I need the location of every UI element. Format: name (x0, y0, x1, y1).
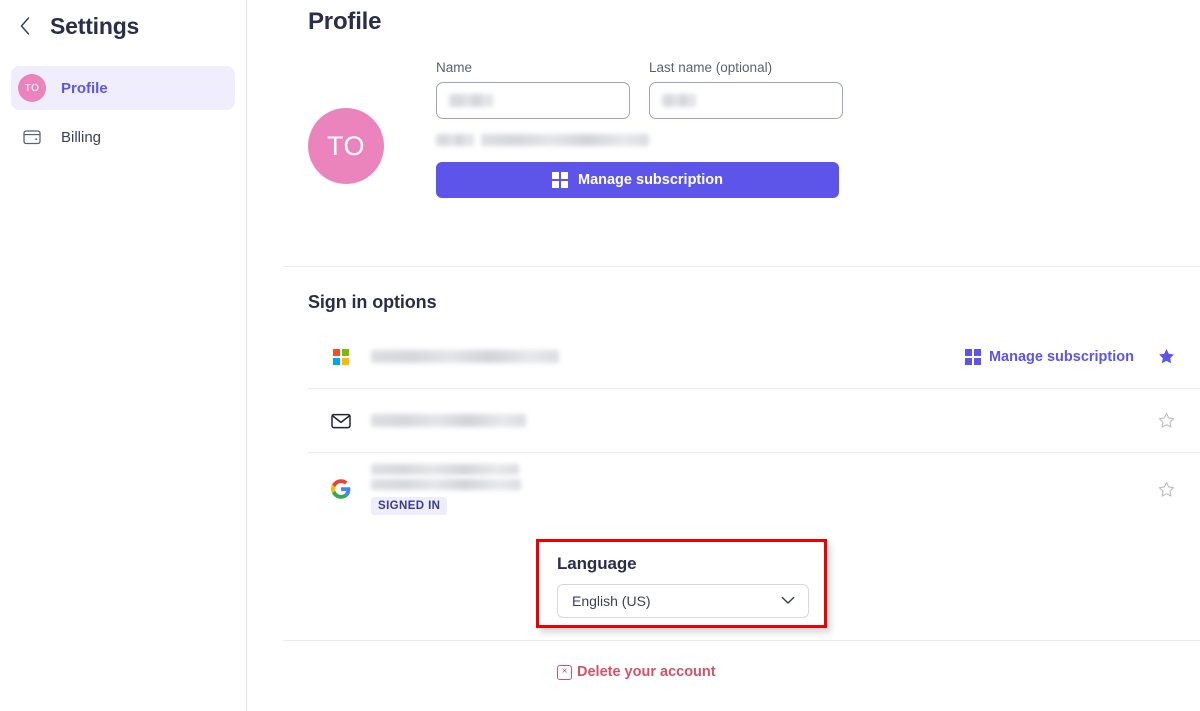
redacted-account-value (371, 414, 526, 427)
language-selected-value: English (US) (572, 593, 651, 609)
redacted-account-value (371, 463, 519, 475)
redacted-email-part-2 (481, 134, 649, 146)
list-item[interactable]: SIGNED IN (308, 453, 1200, 525)
account-identifier: SIGNED IN (371, 463, 1154, 515)
language-section: Language English (US) (539, 542, 824, 618)
account-email-readonly (436, 134, 843, 146)
microsoft-logo-icon (326, 348, 356, 365)
x-box-icon: × (557, 664, 572, 680)
settings-page: Settings TO Profile Billing Profile TO N… (0, 0, 1200, 711)
list-item[interactable] (308, 389, 1200, 453)
sidebar-item-label: Profile (61, 79, 108, 97)
manage-subscription-link-label: Manage subscription (988, 348, 1134, 365)
language-title: Language (557, 554, 637, 573)
sidebar-item-billing[interactable]: Billing (11, 115, 235, 159)
star-filled-icon[interactable] (1154, 345, 1178, 369)
last-name-field-group: Last name (optional) (649, 60, 843, 119)
page-title: Profile (308, 8, 382, 35)
language-section-highlight: Language English (US) (536, 539, 827, 628)
manage-subscription-link[interactable]: Manage subscription (964, 348, 1134, 365)
sidebar-header: Settings (0, 0, 246, 52)
divider (283, 640, 1200, 641)
name-input[interactable] (436, 82, 630, 119)
status-badge: SIGNED IN (371, 496, 448, 515)
sign-in-options-section: Sign in options Manage subscription SIGN… (308, 292, 1200, 525)
name-field-group: Name (436, 60, 630, 119)
redacted-last-name-value (662, 94, 696, 107)
delete-account-link[interactable]: × Delete your account (557, 664, 716, 680)
last-name-input[interactable] (649, 82, 843, 119)
sidebar-item-label: Billing (61, 128, 102, 146)
sign-in-options-title: Sign in options (308, 292, 437, 312)
avatar: TO (308, 108, 384, 184)
redacted-name-value (449, 94, 493, 107)
redacted-email-part-1 (436, 134, 474, 146)
main-content: Profile TO Name Last name (optional) Man… (247, 0, 1200, 711)
sidebar-item-profile[interactable]: TO Profile (11, 66, 235, 110)
name-fields-row: Name Last name (optional) (436, 60, 843, 119)
redacted-account-value-2 (371, 478, 521, 490)
sidebar-nav: TO Profile Billing (0, 66, 246, 159)
account-identifier (371, 414, 1154, 427)
back-chevron-icon[interactable] (14, 15, 36, 37)
account-identifier (371, 350, 965, 363)
profile-fields: Name Last name (optional) Manage subscri… (436, 60, 843, 198)
name-label: Name (436, 60, 473, 75)
language-select[interactable]: English (US) (557, 584, 809, 618)
envelope-icon (326, 413, 356, 429)
microsoft-logo-icon (964, 348, 981, 365)
star-outline-icon[interactable] (1154, 409, 1178, 433)
page-heading-settings: Settings (50, 12, 140, 39)
profile-section: TO Name Last name (optional) Manage subs… (308, 60, 843, 198)
delete-account-label: Delete your account (577, 664, 716, 680)
star-outline-icon[interactable] (1154, 477, 1178, 501)
sidebar: Settings TO Profile Billing (0, 0, 247, 711)
sign-in-options-list: Manage subscription SIGNED IN (308, 325, 1200, 525)
microsoft-logo-icon (551, 172, 568, 188)
avatar: TO (18, 74, 46, 102)
list-item[interactable]: Manage subscription (308, 325, 1200, 389)
last-name-label: Last name (optional) (649, 60, 773, 75)
manage-subscription-button[interactable]: Manage subscription (436, 162, 839, 198)
chevron-down-icon (781, 592, 795, 610)
manage-subscription-button-label: Manage subscription (577, 172, 724, 188)
google-logo-icon (326, 479, 356, 499)
wallet-icon (18, 123, 46, 151)
divider (283, 266, 1200, 267)
redacted-account-value (371, 350, 559, 363)
